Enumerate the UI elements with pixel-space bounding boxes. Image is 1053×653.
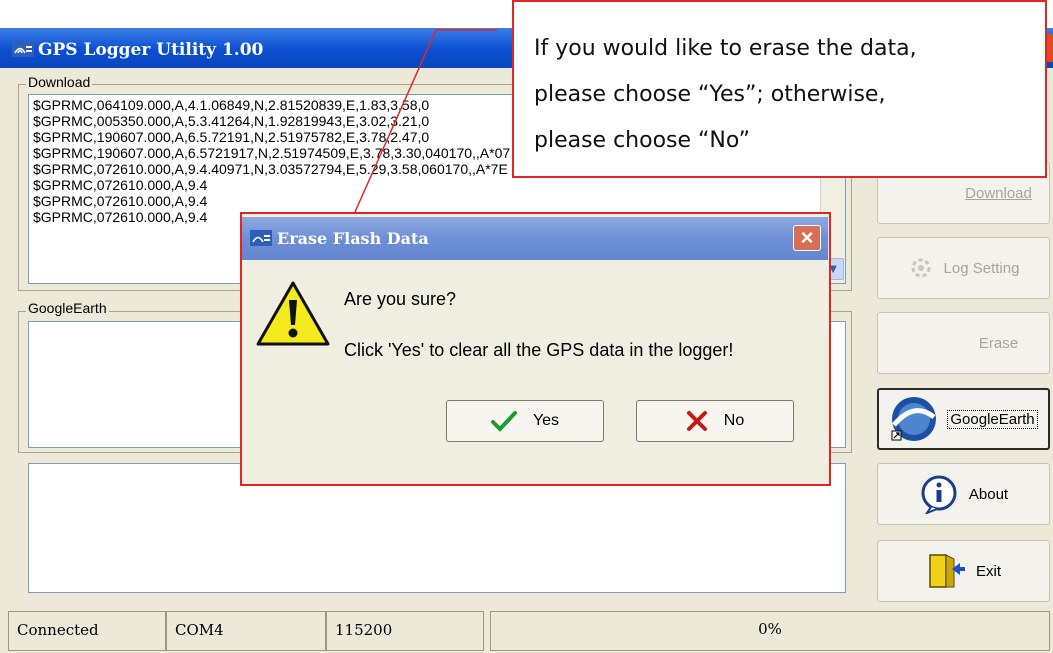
callout-line-2: please choose “Yes”; otherwise, xyxy=(534,82,886,107)
callout-line-3: please choose “No” xyxy=(534,128,750,153)
callout-line-1: If you would like to erase the data, xyxy=(534,36,917,61)
annotation-callout: If you would like to erase the data, ple… xyxy=(512,0,1047,178)
